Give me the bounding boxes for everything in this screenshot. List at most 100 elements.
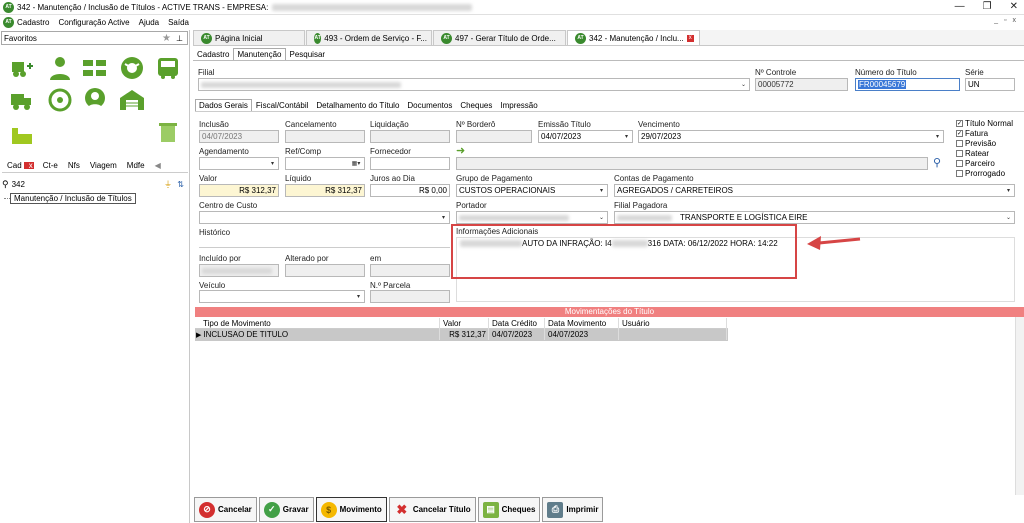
- portador-select[interactable]: ⌄: [456, 211, 608, 224]
- arrow-right-icon[interactable]: ➜: [456, 144, 465, 157]
- mdi-restore-button[interactable]: ▫: [1004, 17, 1006, 24]
- tab-documentos[interactable]: Documentos: [403, 99, 456, 111]
- serie-field[interactable]: UN: [965, 78, 1015, 91]
- mdi-close-button[interactable]: x: [1013, 17, 1017, 24]
- tab-detalhamento[interactable]: Detalhamento do Título: [312, 99, 403, 111]
- minimize-button[interactable]: —: [955, 1, 965, 12]
- checkbox[interactable]: [956, 159, 963, 167]
- close-button[interactable]: ✕: [1010, 1, 1018, 12]
- chevron-down-icon[interactable]: ▾: [353, 291, 364, 302]
- chevron-down-icon[interactable]: ▾: [621, 131, 632, 142]
- vertical-scrollbar[interactable]: [1015, 317, 1024, 495]
- restore-button[interactable]: ❐: [983, 1, 992, 12]
- pin-icon[interactable]: ⊥: [176, 34, 183, 43]
- chevron-down-icon[interactable]: ▾: [932, 131, 943, 142]
- check-parceiro[interactable]: Parceiro: [956, 158, 1013, 168]
- check-fatura[interactable]: ✓ Fatura: [956, 128, 1013, 138]
- juros-field[interactable]: R$ 0,00: [370, 184, 450, 197]
- scroll-left-icon[interactable]: ◀: [150, 161, 166, 170]
- tab-cad[interactable]: Cad: [2, 161, 24, 170]
- filial-pagadora-select[interactable]: TRANSPORTE E LOGÍSTICA EIRE ⌄: [614, 211, 1015, 224]
- valor-field[interactable]: R$ 312,37: [199, 184, 279, 197]
- favorites-box[interactable]: Favoritos ★ ⊥: [1, 31, 188, 45]
- chevron-down-icon[interactable]: ▾: [438, 212, 449, 223]
- grupo-select[interactable]: CUSTOS OPERACIONAIS ▾: [456, 184, 608, 197]
- menu-saida[interactable]: Saída: [168, 18, 189, 27]
- bus-icon[interactable]: [154, 54, 182, 82]
- print-button[interactable]: ⎙ Imprimir: [542, 497, 604, 522]
- historico-field[interactable]: [199, 238, 450, 248]
- tab-cadastro[interactable]: Cadastro: [193, 48, 233, 60]
- col-valor[interactable]: Valor: [440, 318, 489, 329]
- contas-select[interactable]: AGREGADOS / CARRETEIROS ▾: [614, 184, 1015, 197]
- checkbox[interactable]: ✓: [956, 129, 963, 137]
- check-titulo-normal[interactable]: ✓ Título Normal: [956, 118, 1013, 128]
- save-button[interactable]: ✓ Gravar: [258, 497, 314, 522]
- refcomp-field[interactable]: ▦▾: [285, 157, 365, 170]
- tab-fiscal[interactable]: Fiscal/Contábil: [252, 99, 312, 111]
- filial-select[interactable]: ⌄: [198, 78, 750, 91]
- checkbox[interactable]: [956, 169, 963, 177]
- star-icon[interactable]: ★: [162, 33, 171, 44]
- veiculo-select[interactable]: ▾: [199, 290, 365, 303]
- tab-342[interactable]: AT 342 - Manutenção / Inclu... x: [567, 30, 700, 45]
- liquido-field[interactable]: R$ 312,37: [285, 184, 365, 197]
- sort-icon[interactable]: ⇅: [177, 180, 184, 189]
- menu-search[interactable]: ⚲ 342 ⏚ ⇅: [2, 178, 188, 190]
- tab-pesquisar[interactable]: Pesquisar: [286, 48, 330, 60]
- chevron-down-icon[interactable]: ▾: [267, 158, 278, 169]
- warehouse-icon[interactable]: [118, 86, 146, 114]
- close-icon[interactable]: x: [23, 161, 34, 169]
- tab-nfs[interactable]: Nfs: [63, 161, 85, 170]
- centro-select[interactable]: ▾: [199, 211, 450, 224]
- tab-mdfe[interactable]: Mdfe: [122, 161, 150, 170]
- user-icon[interactable]: [46, 54, 74, 82]
- chevron-down-icon[interactable]: ▾: [596, 185, 607, 196]
- chevron-down-icon[interactable]: ⌄: [738, 79, 749, 90]
- menu-cadastro[interactable]: Cadastro: [17, 18, 49, 27]
- col-data-movimento[interactable]: Data Movimento: [545, 318, 619, 329]
- checkbox[interactable]: ✓: [956, 119, 963, 127]
- close-icon[interactable]: x: [686, 34, 694, 42]
- tab-manutencao[interactable]: Manutenção: [233, 48, 286, 60]
- col-data-credito[interactable]: Data Crédito: [489, 318, 545, 329]
- menu-ajuda[interactable]: Ajuda: [139, 18, 159, 27]
- calendar-icon[interactable]: ▦▾: [348, 158, 364, 169]
- check-prorrogado[interactable]: Prorrogado: [956, 168, 1013, 178]
- chevron-down-icon[interactable]: ⌄: [596, 212, 607, 223]
- clear-search-icon[interactable]: ⏚: [164, 179, 172, 190]
- driver-icon[interactable]: [81, 86, 109, 114]
- cancel-button[interactable]: ⊘ Cancelar: [194, 497, 257, 522]
- fornecedor-code-field[interactable]: [370, 157, 450, 170]
- col-usuario[interactable]: Usuário: [619, 318, 727, 329]
- chevron-down-icon[interactable]: ▾: [1003, 185, 1014, 196]
- chevron-down-icon[interactable]: ⌄: [1003, 212, 1014, 223]
- trash-icon[interactable]: [154, 118, 182, 146]
- factory-icon[interactable]: [8, 118, 36, 146]
- steering-wheel-icon[interactable]: [46, 86, 74, 114]
- emissao-field[interactable]: 04/07/2023 ▾: [538, 130, 633, 143]
- check-ratear[interactable]: Ratear: [956, 148, 1013, 158]
- wheel-icon[interactable]: [118, 54, 146, 82]
- tab-viagem[interactable]: Viagem: [85, 161, 122, 170]
- checkbox[interactable]: [956, 139, 963, 147]
- menu-configuracao[interactable]: Configuração Active: [58, 18, 129, 27]
- vencimento-field[interactable]: 29/07/2023 ▾: [638, 130, 944, 143]
- agendamento-field[interactable]: ▾: [199, 157, 279, 170]
- cancel-title-button[interactable]: ✖ Cancelar Título: [388, 497, 476, 522]
- tab-493[interactable]: AT 493 - Ordem de Serviço - F...: [306, 30, 432, 45]
- tab-dados-gerais[interactable]: Dados Gerais: [195, 99, 252, 111]
- tab-impressao[interactable]: Impressão: [496, 99, 541, 111]
- fleet-icon[interactable]: [81, 54, 109, 82]
- search-icon[interactable]: ⚲: [933, 156, 941, 169]
- truck-add-icon[interactable]: [8, 54, 36, 82]
- col-tipo[interactable]: Tipo de Movimento: [195, 318, 440, 329]
- tab-cheques[interactable]: Cheques: [456, 99, 496, 111]
- tab-pagina-inicial[interactable]: AT Página Inicial: [193, 30, 305, 45]
- search-input[interactable]: 342: [12, 180, 25, 189]
- checkbox[interactable]: [956, 149, 963, 157]
- tree-item-manutencao[interactable]: Manutenção / Inclusão de Títulos: [10, 193, 136, 204]
- delivery-truck-icon[interactable]: [8, 86, 36, 114]
- cheques-button[interactable]: ▤ Cheques: [477, 497, 541, 522]
- tab-cte[interactable]: Ct-e: [38, 161, 63, 170]
